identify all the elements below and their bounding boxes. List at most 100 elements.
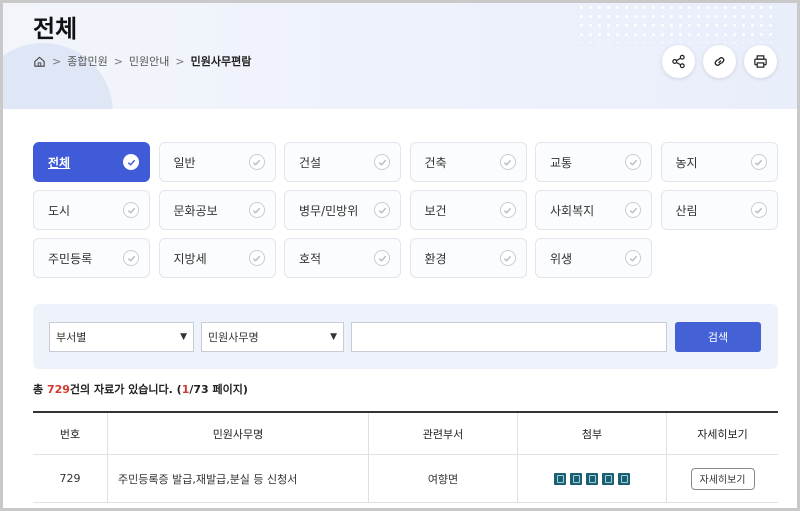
share-icon <box>672 54 685 69</box>
check-icon <box>625 202 641 218</box>
category-button[interactable]: 지방세 <box>158 238 276 278</box>
department-select[interactable]: 부서별 ▼ <box>49 322 194 352</box>
file-icon[interactable] <box>602 472 614 485</box>
file-icon[interactable] <box>586 472 598 485</box>
category-button[interactable]: 보건 <box>409 190 527 230</box>
category-label: 사회복지 <box>550 203 595 218</box>
category-button[interactable]: 문화공보 <box>158 190 276 230</box>
row-detail: 자세히보기 <box>666 455 778 502</box>
check-icon <box>374 154 390 170</box>
breadcrumb: > 종합민원 > 민원안내 > 민원사무편람 <box>33 53 251 69</box>
category-button[interactable]: 사회복지 <box>535 190 652 230</box>
chevron-down-icon: ▼ <box>180 332 187 342</box>
search-button[interactable]: 검색 <box>675 322 761 352</box>
category-label: 산림 <box>675 203 698 218</box>
search-input[interactable] <box>351 322 667 352</box>
check-icon <box>499 250 516 266</box>
breadcrumb-item-2[interactable]: 민원안내 <box>129 53 169 69</box>
category-button[interactable]: 환경 <box>409 238 527 278</box>
category-button[interactable]: 건축 <box>409 142 527 182</box>
check-icon <box>248 250 265 266</box>
category-button[interactable]: 전체 <box>33 142 150 182</box>
header-number: 번호 <box>59 427 81 441</box>
print-button[interactable] <box>744 45 777 78</box>
page-title: 전체 <box>33 15 78 43</box>
total-count: 729 <box>46 383 70 396</box>
breadcrumb-separator: > <box>52 54 62 68</box>
row-name[interactable]: 주민등록증 발급,재발급,분실 등 신청서 <box>107 455 368 502</box>
category-label: 주민등록 <box>48 251 93 266</box>
file-icon[interactable] <box>570 472 582 485</box>
category-button[interactable]: 건설 <box>284 142 401 182</box>
home-icon[interactable] <box>33 55 46 68</box>
department-select-value: 부서별 <box>56 331 87 344</box>
check-icon <box>750 154 767 170</box>
category-button[interactable]: 병무/민방위 <box>284 190 401 230</box>
category-button[interactable]: 호적 <box>284 238 401 278</box>
category-label: 전체 <box>48 155 71 170</box>
check-icon <box>625 154 641 170</box>
breadcrumb-separator: > <box>175 54 185 68</box>
row-number: 729 <box>59 472 81 485</box>
check-icon <box>123 202 139 218</box>
check-icon <box>499 154 516 170</box>
category-label: 병무/민방위 <box>299 203 359 218</box>
summary-prefix: 총 <box>33 383 47 396</box>
row-department: 여향면 <box>368 455 517 502</box>
breadcrumb-separator: > <box>113 54 123 68</box>
check-icon <box>248 154 265 170</box>
category-label: 환경 <box>424 251 447 266</box>
category-button[interactable]: 위생 <box>535 238 652 278</box>
category-label: 지방세 <box>173 251 207 266</box>
category-label: 일반 <box>173 155 196 170</box>
check-icon <box>374 250 390 266</box>
category-label: 호적 <box>299 251 322 266</box>
page-tools <box>662 45 777 78</box>
category-label: 도시 <box>48 203 71 218</box>
check-icon <box>374 202 390 218</box>
category-label: 보건 <box>424 203 447 218</box>
category-button[interactable]: 도시 <box>33 190 150 230</box>
check-icon <box>248 202 265 218</box>
chevron-down-icon: ▼ <box>330 332 337 342</box>
attachment-list <box>554 472 630 485</box>
file-icon[interactable] <box>618 472 630 485</box>
header-attachment: 첨부 <box>517 413 666 454</box>
copy-link-button[interactable] <box>703 45 736 78</box>
category-button[interactable]: 일반 <box>158 142 276 182</box>
breadcrumb-item-1[interactable]: 종합민원 <box>67 53 107 69</box>
category-label: 문화공보 <box>173 203 218 218</box>
search-panel: 부서별 ▼ 민원사무명 ▼ 검색 <box>33 304 778 369</box>
breadcrumb-current[interactable]: 민원사무편람 <box>191 53 252 69</box>
category-button[interactable]: 산림 <box>660 190 778 230</box>
category-label: 위생 <box>550 251 573 266</box>
category-filter: 전체 일반 건설 건축 교통 농지도시 문화공보 병무/민방위 보건 사회복지 산림주민등록 지방세 호… <box>33 142 778 278</box>
check-icon <box>123 154 139 170</box>
category-label: 건축 <box>424 155 447 170</box>
civil-affairs-table: 번호 민원사무명 관련부서 첨부 자세히보기 729 주민등록증 발급,재발급,분… <box>33 411 778 503</box>
row-attachments <box>517 455 666 502</box>
header-name: 민원사무명 <box>107 413 368 454</box>
page-header: 전체 > 종합민원 > 민원안내 > 민원사무편람 <box>3 3 797 109</box>
file-icon[interactable] <box>554 472 566 485</box>
detail-button[interactable]: 자세히보기 <box>690 467 755 490</box>
category-label: 건설 <box>299 155 322 170</box>
share-button[interactable] <box>662 45 695 78</box>
category-button[interactable]: 농지 <box>660 142 778 182</box>
check-icon <box>750 202 767 218</box>
result-summary: 총 729건의 자료가 있습니다. (1/73 페이지) <box>33 381 248 397</box>
check-icon <box>499 202 516 218</box>
header-detail: 자세히보기 <box>666 413 778 454</box>
page-frame: 전체 > 종합민원 > 민원안내 > 민원사무편람 전체 일반 건설 건축 교통… <box>0 0 800 511</box>
check-icon <box>625 250 641 266</box>
search-field-select[interactable]: 민원사무명 ▼ <box>201 322 344 352</box>
category-button[interactable]: 주민등록 <box>33 238 150 278</box>
category-button[interactable]: 교통 <box>535 142 652 182</box>
check-icon <box>123 250 139 266</box>
search-field-select-value: 민원사무명 <box>208 331 259 344</box>
decorative-dots <box>577 3 777 43</box>
header-department: 관련부서 <box>368 413 517 454</box>
summary-suffix: /73 페이지) <box>189 383 248 396</box>
print-icon <box>754 55 767 68</box>
table-header: 번호 민원사무명 관련부서 첨부 자세히보기 <box>33 413 778 455</box>
